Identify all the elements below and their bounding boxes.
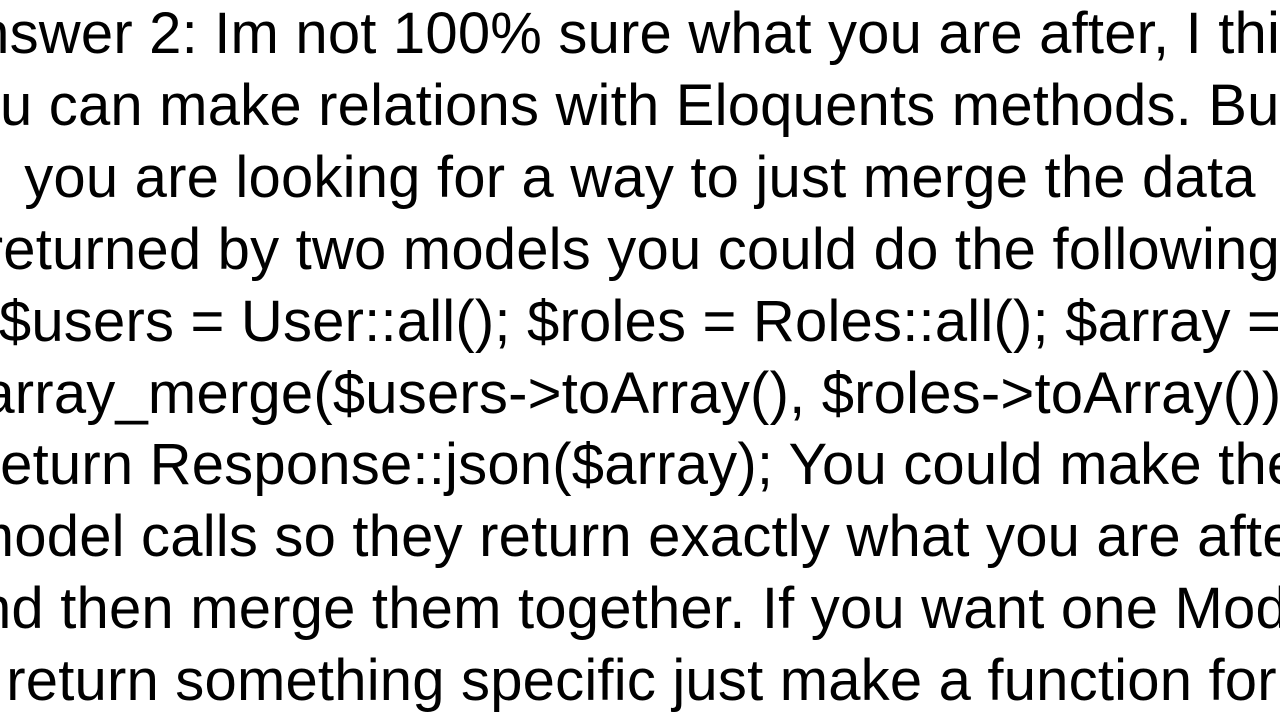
answer-body: Answer 2: Im not 100% sure what you are … bbox=[0, 0, 1280, 717]
